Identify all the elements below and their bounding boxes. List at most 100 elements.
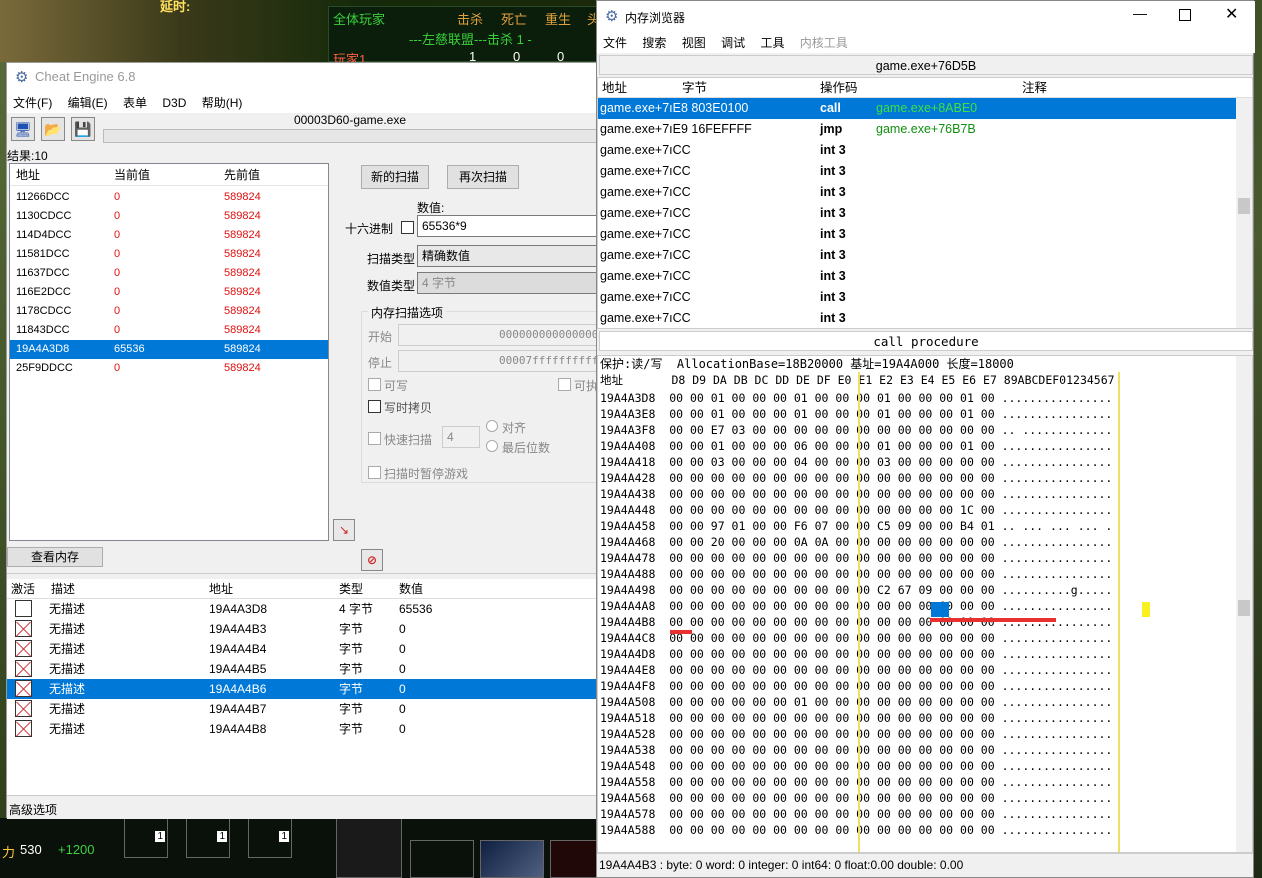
col-value[interactable]: 数值	[399, 579, 423, 599]
hex-row[interactable]: 19A4A4C8 00 00 00 00 00 00 00 00 00 00 0…	[600, 630, 1252, 646]
hex-row[interactable]: 19A4A578 00 00 00 00 00 00 00 00 00 00 0…	[600, 806, 1252, 822]
entry-type[interactable]: 字节	[339, 659, 363, 679]
hex-view[interactable]: 保护:读/写 AllocationBase=18B20000 基址=19A4A0…	[597, 355, 1253, 853]
address-table-row[interactable]: 无描述 19A4A4B4 字节 0	[7, 639, 601, 659]
active-checkbox[interactable]	[15, 660, 32, 677]
disasm-row[interactable]: game.exe+7ıCC int 3	[598, 203, 1236, 224]
new-scan-button[interactable]: 新的扫描	[361, 165, 429, 189]
active-checkbox[interactable]	[15, 640, 32, 657]
active-checkbox[interactable]	[15, 720, 32, 737]
menu-file[interactable]: 文件(F)	[7, 91, 58, 114]
entry-address[interactable]: 19A4A4B8	[209, 719, 266, 739]
result-row[interactable]: 116E2DCC 0 589824	[10, 283, 328, 302]
result-row[interactable]: 11581DCC 0 589824	[10, 245, 328, 264]
close-icon[interactable]: ✕	[1225, 4, 1238, 24]
disasm-row[interactable]: game.exe+7ıE9 16FEFFFF jmp game.exe+76B7…	[598, 119, 1236, 140]
hex-row[interactable]: 19A4A4E8 00 00 00 00 00 00 00 00 00 00 0…	[600, 662, 1252, 678]
hex-row[interactable]: 19A4A548 00 00 00 00 00 00 00 00 00 00 0…	[600, 758, 1252, 774]
hex-scroll-thumb[interactable]	[1238, 600, 1250, 616]
entry-description[interactable]: 无描述	[49, 659, 85, 679]
open-process-button[interactable]: 🖥	[11, 117, 35, 141]
hex-row[interactable]: 19A4A568 00 00 00 00 00 00 00 00 00 00 0…	[600, 790, 1252, 806]
result-row[interactable]: 25F9DDCC 0 589824	[10, 359, 328, 378]
ability-slot[interactable]	[410, 840, 474, 878]
result-row[interactable]: 11637DCC 0 589824	[10, 264, 328, 283]
menu-table[interactable]: 表单	[117, 91, 153, 114]
hex-row[interactable]: 19A4A488 00 00 00 00 00 00 00 00 00 00 0…	[600, 566, 1252, 582]
hex-row[interactable]: 19A4A538 00 00 00 00 00 00 00 00 00 00 0…	[600, 742, 1252, 758]
entry-value[interactable]: 0	[399, 639, 406, 659]
hex-row[interactable]: 19A4A518 00 00 00 00 00 00 00 00 00 00 0…	[600, 710, 1252, 726]
disasm-scroll-thumb[interactable]	[1238, 198, 1250, 214]
mv-menu-tools[interactable]: 工具	[754, 31, 790, 54]
hex-row[interactable]: 19A4A498 00 00 00 00 00 00 00 00 00 00 C…	[600, 582, 1252, 598]
ability-slot[interactable]	[480, 840, 544, 878]
value-type-select[interactable]: 4 字节	[417, 272, 601, 294]
entry-type[interactable]: 4 字节	[339, 599, 373, 619]
entry-address[interactable]: 19A4A4B4	[209, 639, 266, 659]
hex-row[interactable]: 19A4A418 00 00 03 00 00 00 04 00 00 00 0…	[600, 454, 1252, 470]
item-slot[interactable]: 1	[124, 818, 168, 858]
entry-description[interactable]: 无描述	[49, 719, 85, 739]
hex-row[interactable]: 19A4A448 00 00 00 00 00 00 00 00 00 00 0…	[600, 502, 1252, 518]
col-address[interactable]: 地址	[209, 579, 233, 599]
value-input[interactable]: 65536*9	[417, 215, 601, 237]
address-table[interactable]: 激活 描述 地址 类型 数值 无描述 19A4A3D8 4 字节 65536 无描…	[7, 579, 601, 795]
col-description[interactable]: 描述	[51, 579, 75, 599]
entry-address[interactable]: 19A4A4B6	[209, 679, 266, 699]
disasm-row[interactable]: game.exe+7ıCC int 3	[598, 308, 1236, 329]
col-previous[interactable]: 先前值	[224, 164, 260, 186]
entry-type[interactable]: 字节	[339, 699, 363, 719]
item-slot[interactable]: 1	[186, 818, 230, 858]
advanced-options-bar[interactable]: 高级选项	[7, 795, 601, 819]
ability-slot[interactable]	[336, 818, 402, 878]
pause-game-checkbox[interactable]	[368, 466, 381, 479]
entry-value[interactable]: 0	[399, 659, 406, 679]
entry-description[interactable]: 无描述	[49, 699, 85, 719]
address-table-row[interactable]: 无描述 19A4A4B7 字节 0	[7, 699, 601, 719]
hex-row[interactable]: 19A4A4D8 00 00 00 00 00 00 00 00 00 00 0…	[600, 646, 1252, 662]
disasm-col-comment[interactable]: 注释	[1022, 78, 1047, 98]
start-address-input[interactable]: 0000000000000000	[398, 324, 608, 346]
entry-type[interactable]: 字节	[339, 679, 363, 699]
menu-help[interactable]: 帮助(H)	[196, 91, 249, 114]
hex-row[interactable]: 19A4A4B8 00 00 00 00 00 00 00 00 00 00 0…	[600, 614, 1252, 630]
scan-results-list[interactable]: 地址 当前值 先前值 11266DCC 0 589824 1130CDCC 0 5…	[9, 163, 329, 541]
col-active[interactable]: 激活	[11, 579, 35, 599]
active-checkbox[interactable]	[15, 600, 32, 617]
minimize-icon[interactable]: —	[1133, 5, 1147, 21]
disasm-row[interactable]: game.exe+7ıCC int 3	[598, 140, 1236, 161]
disasm-row[interactable]: game.exe+7ıCC int 3	[598, 245, 1236, 266]
last-digits-radio[interactable]	[486, 440, 498, 452]
hex-checkbox[interactable]	[401, 221, 414, 234]
disasm-row[interactable]: game.exe+7ıCC int 3	[598, 287, 1236, 308]
disasm-row[interactable]: game.exe+7ıCC int 3	[598, 224, 1236, 245]
hex-row[interactable]: 19A4A3F8 00 00 E7 03 00 00 00 00 00 00 0…	[600, 422, 1252, 438]
entry-value[interactable]: 65536	[399, 599, 432, 619]
entry-type[interactable]: 字节	[339, 719, 363, 739]
mv-menu-search[interactable]: 搜索	[636, 31, 672, 54]
hex-row[interactable]: 19A4A458 00 00 97 01 00 00 F6 07 00 00 C…	[600, 518, 1252, 534]
entry-value[interactable]: 0	[399, 699, 406, 719]
col-current[interactable]: 当前值	[114, 164, 150, 186]
hex-row[interactable]: 19A4A468 00 00 20 00 00 00 0A 0A 00 00 0…	[600, 534, 1252, 550]
stop-address-input[interactable]: 00007fffffffffff	[398, 350, 608, 372]
disasm-scrollbar[interactable]	[1236, 98, 1252, 328]
save-button[interactable]: 💾	[71, 117, 95, 141]
entry-address[interactable]: 19A4A4B5	[209, 659, 266, 679]
fast-scan-input[interactable]: 4	[442, 426, 480, 448]
entry-description[interactable]: 无描述	[49, 639, 85, 659]
result-row[interactable]: 11843DCC 0 589824	[10, 321, 328, 340]
add-address-arrow-icon[interactable]: ↘	[333, 519, 355, 541]
clear-list-icon[interactable]: ⊘	[361, 549, 383, 571]
entry-value[interactable]: 0	[399, 679, 406, 699]
disassembler-view[interactable]: 地址 字节 操作码 注释 game.exe+7ıE8 803E0100 call…	[597, 77, 1253, 329]
view-memory-button[interactable]: 查看内存	[7, 547, 103, 567]
col-type[interactable]: 类型	[339, 579, 363, 599]
hex-row[interactable]: 19A4A428 00 00 00 00 00 00 00 00 00 00 0…	[600, 470, 1252, 486]
address-table-row[interactable]: 无描述 19A4A4B3 字节 0	[7, 619, 601, 639]
menu-edit[interactable]: 编辑(E)	[62, 91, 114, 114]
ability-slot[interactable]	[550, 840, 598, 878]
address-table-row[interactable]: 无描述 19A4A4B6 字节 0	[7, 679, 601, 699]
splitter[interactable]	[7, 573, 601, 577]
